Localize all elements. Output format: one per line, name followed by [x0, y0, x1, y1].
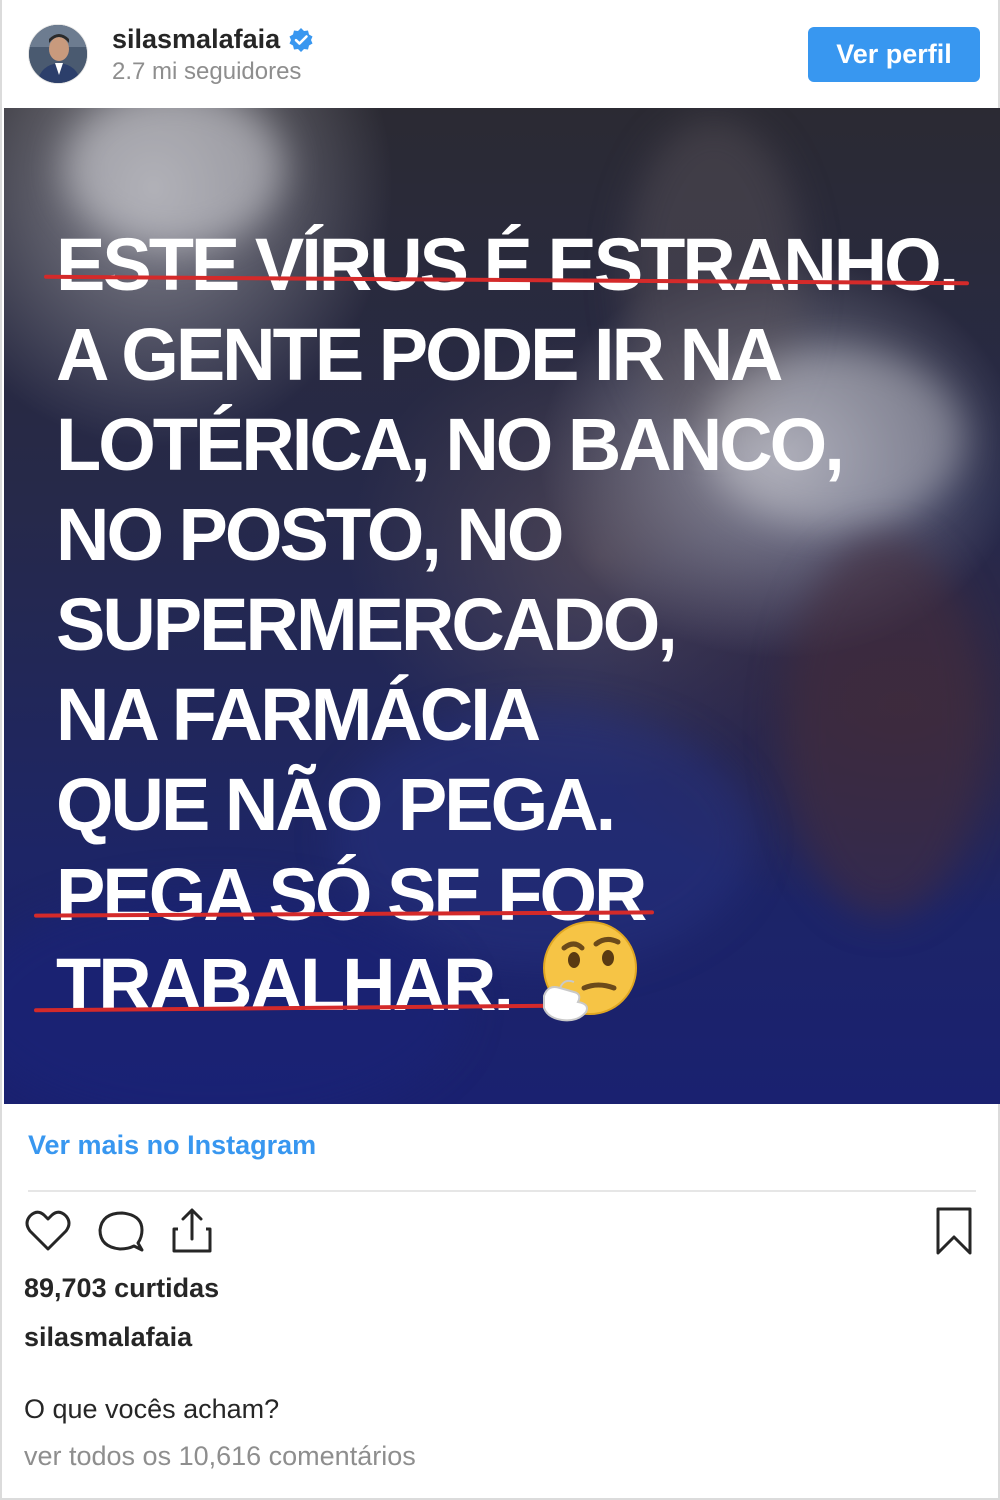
divider [28, 1190, 976, 1192]
image-text-line: SUPERMERCADO, [56, 583, 678, 666]
instagram-embed-card: silasmalafaia 2.7 mi seguidores Ver perf… [0, 0, 1000, 1500]
avatar[interactable] [28, 24, 88, 84]
thinking-face-emoji [543, 921, 637, 1022]
like-count[interactable]: 89,703 curtidas [24, 1273, 219, 1304]
bookmark-icon[interactable] [928, 1205, 980, 1257]
post-image[interactable]: ESTE VÍRUS É ESTRANHO. A GENTE PODE IR N… [4, 108, 1000, 1104]
image-text-line: NA FARMÁCIA [56, 673, 541, 756]
image-text-line: ESTE VÍRUS É ESTRANHO. [56, 223, 959, 306]
follower-count: 2.7 mi seguidores [112, 58, 302, 85]
image-text-line: NO POSTO, NO [56, 493, 564, 576]
image-caption-text: ESTE VÍRUS É ESTRANHO. A GENTE PODE IR N… [56, 220, 959, 1030]
avatar-image [29, 25, 87, 83]
verified-badge-icon [288, 27, 314, 53]
image-text-line: TRABALHAR. [56, 943, 514, 1026]
view-more-on-instagram-link[interactable]: Ver mais no Instagram [28, 1130, 316, 1161]
username[interactable]: silasmalafaia [112, 24, 280, 55]
post-header: silasmalafaia 2.7 mi seguidores Ver perf… [2, 0, 998, 108]
comment-bubble-icon[interactable] [94, 1205, 146, 1257]
username-row: silasmalafaia [112, 24, 314, 55]
image-text-line: A GENTE PODE IR NA [56, 313, 783, 396]
post-caption: O que vocês acham? [24, 1394, 280, 1424]
image-text-line: QUE NÃO PEGA. [56, 763, 616, 846]
view-all-comments-link[interactable]: ver todos os 10,616 comentários [24, 1441, 416, 1472]
image-text-line: PEGA SÓ SE FOR [56, 853, 647, 936]
caption-author[interactable]: silasmalafaia [24, 1322, 192, 1353]
heart-icon[interactable] [22, 1205, 74, 1257]
view-profile-button[interactable]: Ver perfil [808, 27, 980, 82]
action-bar [22, 1205, 980, 1265]
share-icon[interactable] [166, 1205, 218, 1257]
image-text-line: LOTÉRICA, NO BANCO, [56, 403, 845, 486]
